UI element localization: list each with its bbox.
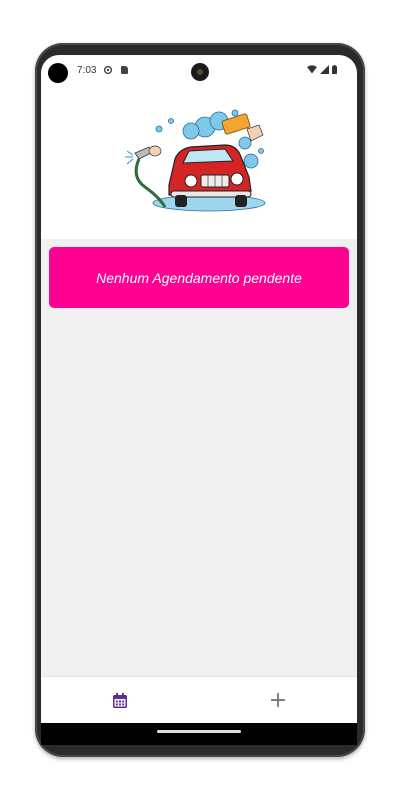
status-right-icons bbox=[307, 65, 337, 74]
app-screen: 7:03 Nenhum Agendamento pendente + bbox=[41, 55, 357, 745]
nav-add-appointment[interactable]: + bbox=[199, 677, 357, 724]
front-camera bbox=[191, 63, 209, 81]
battery-icon bbox=[332, 65, 337, 74]
calendar-icon bbox=[113, 693, 127, 708]
car-wash-logo bbox=[125, 109, 266, 212]
header-area bbox=[41, 87, 357, 239]
home-gesture-handle[interactable] bbox=[157, 730, 241, 733]
wifi-icon bbox=[307, 65, 317, 74]
bottom-navigation: + bbox=[41, 676, 357, 724]
status-bar: 7:03 bbox=[41, 55, 357, 87]
settings-gear-icon bbox=[103, 65, 113, 75]
empty-state-banner: Nenhum Agendamento pendente bbox=[49, 247, 349, 308]
nav-appointments[interactable] bbox=[41, 677, 199, 724]
sd-card-icon bbox=[121, 66, 128, 74]
signal-icon bbox=[320, 65, 329, 74]
status-dot bbox=[48, 63, 68, 83]
appointments-list-area: Nenhum Agendamento pendente bbox=[41, 239, 357, 676]
plus-icon: + bbox=[268, 687, 288, 713]
system-gesture-bar bbox=[41, 723, 357, 745]
status-time: 7:03 bbox=[77, 65, 97, 76]
empty-state-message: Nenhum Agendamento pendente bbox=[96, 269, 302, 286]
